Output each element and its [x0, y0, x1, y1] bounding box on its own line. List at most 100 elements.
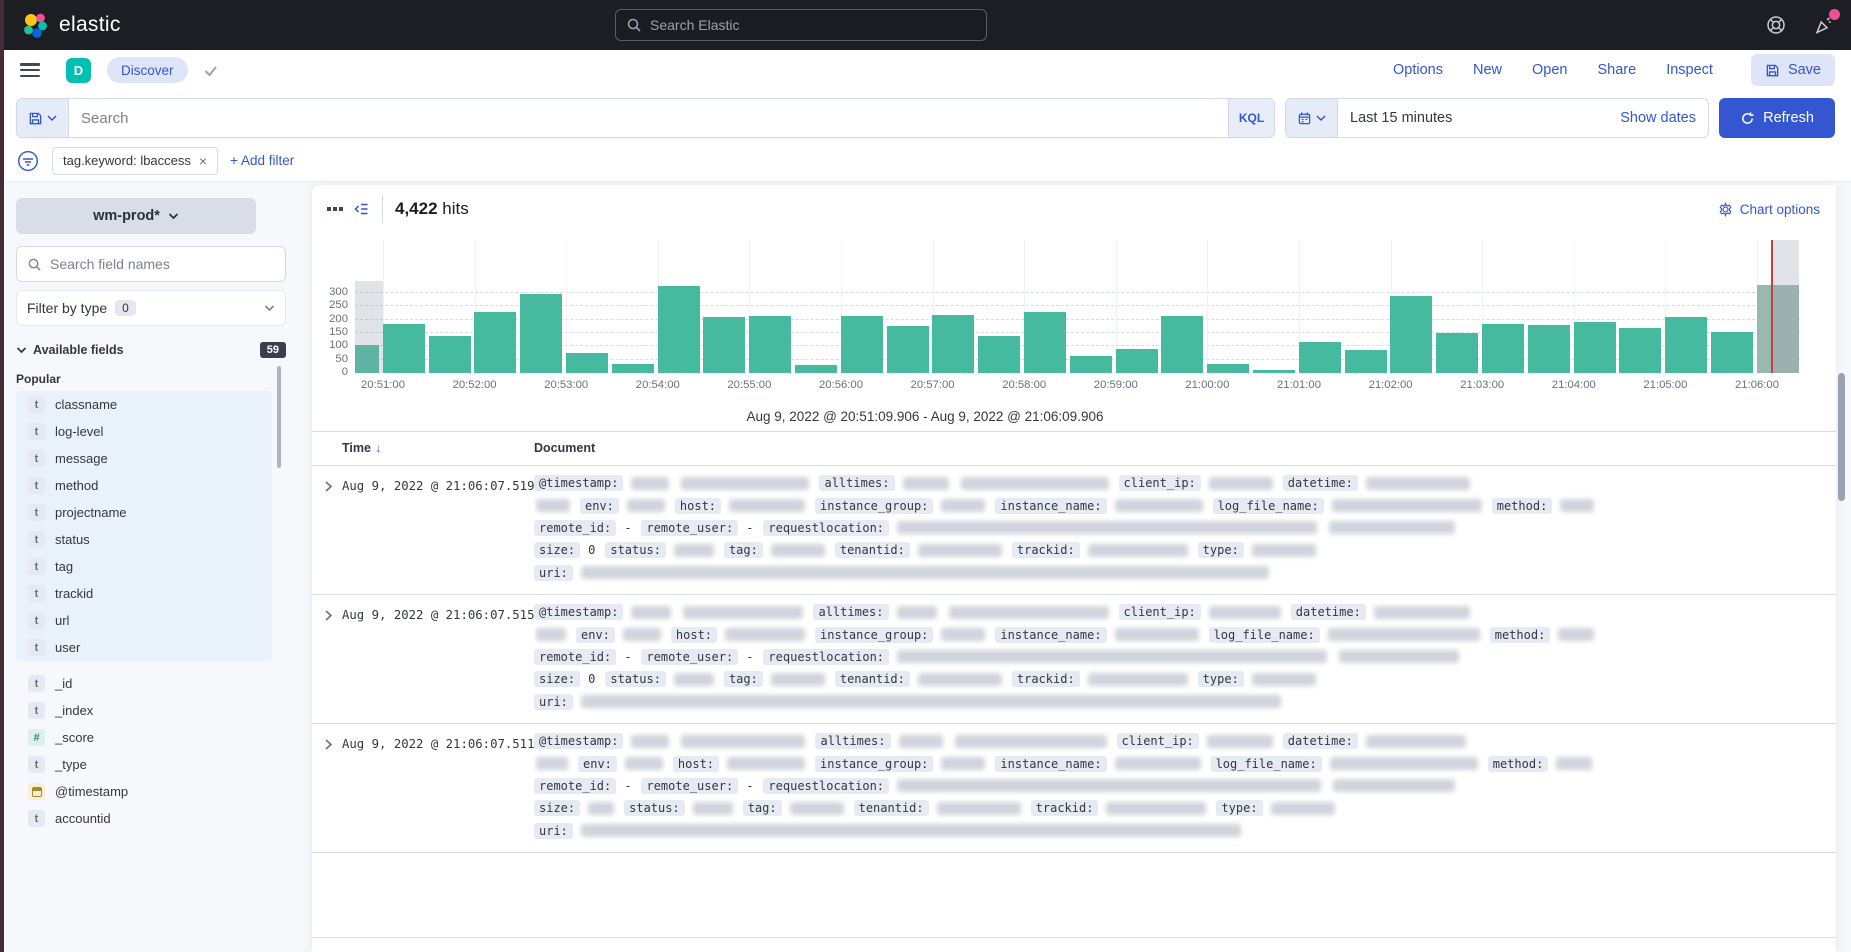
histogram-bar[interactable] [474, 312, 516, 373]
refresh-button[interactable]: Refresh [1719, 98, 1835, 138]
field-chip: tenantid: [854, 800, 929, 816]
field-item-status[interactable]: tstatus [16, 526, 272, 553]
filter-by-type-button[interactable]: Filter by type 0 [16, 290, 286, 326]
field-item-projectname[interactable]: tprojectname [16, 499, 272, 526]
menu-icon[interactable] [20, 63, 40, 77]
sidebar-scrollbar[interactable] [277, 366, 281, 468]
histogram-bar[interactable] [1390, 296, 1432, 373]
histogram-bar[interactable] [1436, 333, 1478, 373]
main-scrollbar-thumb[interactable] [1838, 373, 1845, 501]
histogram-bar[interactable] [1299, 342, 1341, 373]
elastic-brand[interactable]: elastic [22, 12, 121, 39]
field-item-url[interactable]: turl [16, 607, 272, 634]
saved-query-menu-button[interactable] [17, 99, 69, 137]
share-button[interactable]: Share [1597, 62, 1636, 78]
histogram-bar[interactable] [1070, 356, 1112, 373]
filter-pill[interactable]: tag.keyword: lbaccess × [52, 147, 218, 175]
histogram-bar[interactable] [1574, 322, 1616, 373]
string-field-icon: t [28, 756, 45, 773]
histogram-bar[interactable] [1253, 370, 1295, 373]
new-button[interactable]: New [1473, 62, 1502, 78]
histogram-bar[interactable] [795, 365, 837, 373]
current-time-marker [1771, 240, 1773, 373]
field-item-_index[interactable]: t_index [16, 697, 272, 724]
histogram-bar[interactable] [841, 316, 883, 373]
x-axis-label: 20:51:00 [343, 379, 423, 391]
histogram-bar[interactable] [1711, 332, 1753, 373]
field-item-method[interactable]: tmethod [16, 472, 272, 499]
field-item-trackid[interactable]: ttrackid [16, 580, 272, 607]
histogram-bar[interactable] [1116, 349, 1158, 373]
histogram-bar[interactable] [429, 336, 471, 373]
histogram-bar[interactable] [932, 315, 974, 373]
document-line: size:status:tag:tenantid:trackid:type: [534, 797, 1830, 819]
expand-row-icon[interactable] [324, 609, 333, 622]
row-density-icon[interactable] [322, 196, 348, 222]
sort-desc-icon[interactable]: ↓ [375, 441, 381, 455]
histogram-bar[interactable] [749, 316, 791, 373]
histogram-bar[interactable] [1528, 325, 1570, 373]
inspect-button[interactable]: Inspect [1666, 62, 1713, 78]
histogram-bar[interactable] [566, 353, 608, 373]
global-search-input[interactable]: Search Elastic [615, 9, 987, 41]
expand-row-icon[interactable] [324, 738, 333, 751]
open-button[interactable]: Open [1532, 62, 1567, 78]
field-item-_score[interactable]: #_score [16, 724, 272, 751]
histogram-bar[interactable] [1207, 364, 1249, 373]
available-fields-header[interactable]: Available fields 59 [16, 342, 286, 358]
field-item-classname[interactable]: tclassname [16, 391, 272, 418]
expand-row-icon[interactable] [324, 480, 333, 493]
histogram-bar[interactable] [520, 294, 562, 373]
redacted-value [941, 499, 985, 512]
field-item-_type[interactable]: t_type [16, 751, 272, 778]
newsfeed-icon[interactable] [1813, 14, 1835, 36]
filter-menu-icon[interactable] [16, 149, 40, 173]
histogram-bar[interactable] [383, 324, 425, 373]
help-icon[interactable] [1765, 14, 1787, 36]
chart-options-button[interactable]: Chart options [1718, 202, 1820, 217]
field-search-input[interactable]: Search field names [16, 246, 286, 282]
index-pattern-picker[interactable]: wm-prod* [16, 198, 256, 234]
save-button[interactable]: Save [1751, 54, 1835, 86]
field-item-_id[interactable]: t_id [16, 670, 272, 697]
field-item-message[interactable]: tmessage [16, 445, 272, 472]
remove-filter-icon[interactable]: × [199, 153, 207, 169]
query-search-input[interactable]: Search [69, 99, 1228, 137]
histogram-bar[interactable] [1024, 312, 1066, 373]
histogram-bar[interactable] [1161, 316, 1203, 373]
field-chip: client_ip: [1119, 604, 1201, 620]
histogram-bar[interactable] [1665, 317, 1707, 373]
kql-language-button[interactable]: KQL [1228, 99, 1274, 137]
histogram-bar[interactable] [1482, 324, 1524, 373]
breadcrumb[interactable]: Discover [107, 57, 188, 83]
histogram-bar[interactable] [1619, 328, 1661, 373]
redacted-value [729, 499, 805, 512]
histogram-bar[interactable] [612, 364, 654, 373]
fields-list: t_idt_index#_scoret_type@timestamptaccou… [16, 670, 272, 832]
gridline [1207, 240, 1208, 373]
calendar-menu-button[interactable] [1286, 99, 1338, 137]
collapse-sidebar-icon[interactable] [348, 196, 374, 222]
histogram-bar[interactable] [1345, 350, 1387, 373]
main-scrollbar[interactable] [1839, 185, 1849, 952]
histogram-bar[interactable] [703, 317, 745, 373]
redacted-value [1560, 499, 1594, 512]
field-item-user[interactable]: tuser [16, 634, 272, 661]
histogram-bar[interactable] [978, 336, 1020, 373]
options-button[interactable]: Options [1393, 62, 1443, 78]
app-badge[interactable]: D [66, 58, 91, 83]
x-axis-label: 20:55:00 [709, 379, 789, 391]
field-item-log-level[interactable]: tlog-level [16, 418, 272, 445]
row-timestamp: Aug 9, 2022 @ 21:06:07.511 [342, 737, 535, 751]
time-column-header[interactable]: Time↓ [342, 441, 381, 455]
histogram-bar[interactable] [658, 286, 700, 373]
checkmark-icon[interactable] [202, 62, 219, 79]
field-item-accountid[interactable]: taccountid [16, 805, 272, 832]
x-axis-label: 21:04:00 [1534, 379, 1614, 391]
time-range-value[interactable]: Last 15 minutes [1338, 99, 1608, 137]
field-item-timestamp[interactable]: @timestamp [16, 778, 272, 805]
show-dates-button[interactable]: Show dates [1608, 99, 1708, 137]
add-filter-button[interactable]: + Add filter [230, 153, 294, 168]
histogram-bar[interactable] [887, 326, 929, 373]
field-item-tag[interactable]: ttag [16, 553, 272, 580]
